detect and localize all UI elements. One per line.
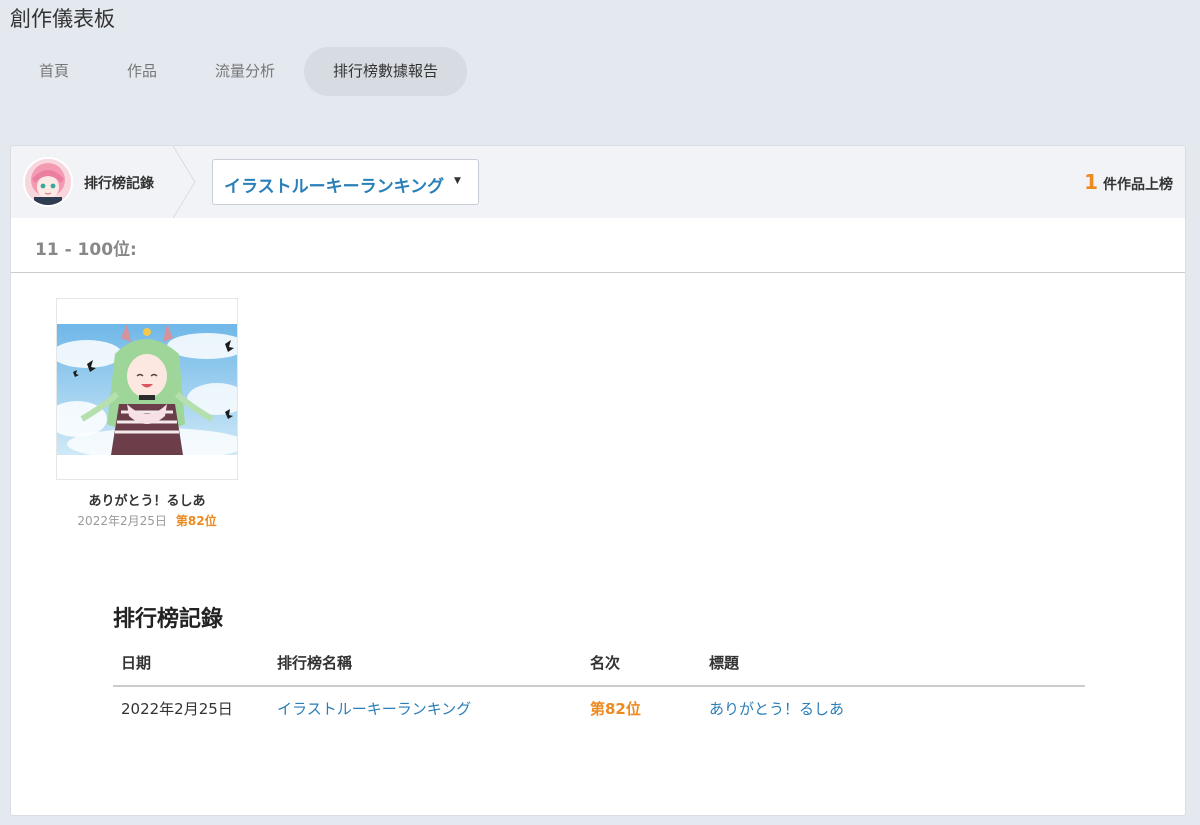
page-title: 創作儀表板 (10, 7, 115, 31)
cell-rank: 第82位 (590, 700, 641, 718)
divider (11, 272, 1185, 273)
caret-down-icon: ▼ (454, 176, 461, 186)
work-rank: 第82位 (175, 514, 217, 528)
card-header: 排行榜記錄 イラストルーキーランキング ▼ 1 件作品上榜 (11, 146, 1185, 218)
ranking-card: 排行榜記錄 イラストルーキーランキング ▼ 1 件作品上榜 11 - 100位: (10, 145, 1186, 816)
avatar-image (25, 159, 71, 205)
work-thumbnail[interactable] (56, 298, 238, 480)
breadcrumb-separator-icon (173, 146, 196, 218)
table-row: 2022年2月25日 イラストルーキーランキング 第82位 ありがとう！るしあ (113, 686, 1085, 730)
records-table: 日期 排行榜名稱 名次 標題 2022年2月25日 イラストルーキーランキング … (113, 640, 1085, 730)
cell-ranking-link[interactable]: イラストルーキーランキング (269, 686, 582, 730)
tab-traffic-analysis[interactable]: 流量分析 (186, 47, 304, 96)
column-header-ranking: 排行榜名稱 (269, 640, 582, 687)
breadcrumb: 排行榜記錄 (11, 146, 179, 218)
table-header-row: 日期 排行榜名稱 名次 標題 (113, 640, 1085, 687)
rank-range-label: 11 - 100位: (35, 240, 137, 260)
work-card[interactable]: ありがとう！るしあ 2022年2月25日 第82位 (56, 298, 238, 529)
avatar[interactable] (23, 157, 73, 207)
column-header-title: 標題 (701, 640, 1085, 687)
ranked-count-number: 1 (1084, 170, 1098, 194)
tab-works[interactable]: 作品 (98, 47, 186, 96)
breadcrumb-label: 排行榜記錄 (84, 176, 154, 192)
ranked-count: 1 件作品上榜 (1084, 170, 1173, 194)
work-thumbnail-image (57, 324, 237, 455)
column-header-rank: 名次 (582, 640, 701, 687)
work-meta: 2022年2月25日 第82位 (56, 512, 238, 529)
ranking-select[interactable]: イラストルーキーランキング ▼ (212, 159, 479, 205)
cell-date: 2022年2月25日 (121, 700, 233, 718)
tab-ranking-report[interactable]: 排行榜數據報告 (304, 47, 468, 96)
work-title[interactable]: ありがとう！るしあ (56, 490, 238, 509)
cell-title-link[interactable]: ありがとう！るしあ (701, 686, 1085, 730)
ranking-select-value: イラストルーキーランキング (224, 177, 445, 197)
ranked-count-label: 件作品上榜 (1103, 177, 1173, 193)
nav-tabs: 首頁 作品 流量分析 排行榜數據報告 (10, 47, 468, 96)
column-header-date: 日期 (113, 640, 269, 687)
tab-home[interactable]: 首頁 (10, 47, 98, 96)
records-title: 排行榜記錄 (113, 607, 224, 632)
work-date: 2022年2月25日 (77, 514, 167, 528)
